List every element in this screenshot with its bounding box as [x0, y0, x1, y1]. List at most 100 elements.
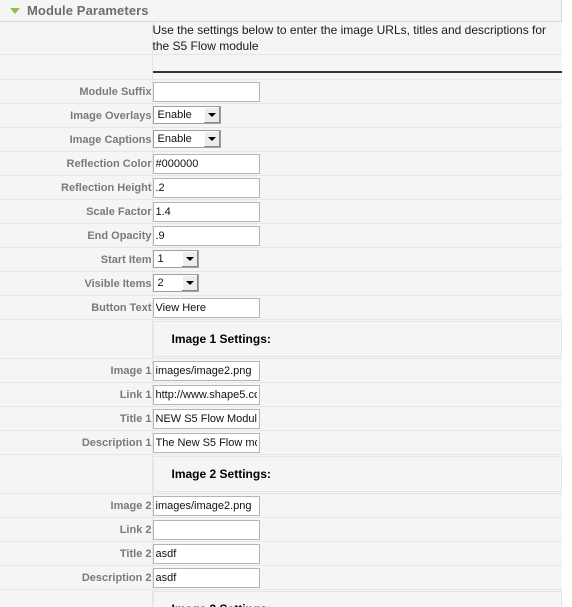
field-row: Image 1 Settings:: [0, 319, 562, 359]
triangle-down-icon[interactable]: [10, 8, 20, 14]
field-row: Image 3 Settings:: [0, 589, 562, 607]
field-label-module-suffix: Module Suffix: [0, 79, 153, 104]
start-item-select[interactable]: 1: [152, 250, 199, 269]
field-value-visible-items: 2: [152, 271, 562, 296]
field-label-image-overlays: Image Overlays: [0, 103, 153, 128]
field-row: Link 1: [0, 382, 562, 407]
field-value-scale-factor: [152, 199, 562, 224]
field-label-link-1: Link 1: [0, 382, 153, 407]
field-value-title-1: [152, 406, 562, 431]
field-label-description-1: Description 1: [0, 430, 153, 455]
description-1-input[interactable]: [152, 432, 260, 453]
module-parameters-panel: Module Parameters Use the settings below…: [0, 0, 562, 607]
field-label-scale-factor: Scale Factor: [0, 199, 153, 224]
screen: Module Parameters Use the settings below…: [0, 0, 572, 607]
field-row: Title 1: [0, 406, 562, 431]
reflection-color-input[interactable]: [152, 153, 260, 174]
title-2-input[interactable]: [152, 543, 260, 564]
link-1-input[interactable]: [152, 384, 260, 405]
chevron-down-icon[interactable]: [180, 275, 198, 292]
button-text-input[interactable]: [152, 297, 260, 318]
field-value-start-item: 1: [152, 247, 562, 272]
field-value-description-2: [152, 565, 562, 590]
parameters-table: Use the settings below to enter the imag…: [0, 22, 562, 607]
module-suffix-input[interactable]: [152, 81, 260, 102]
field-label-button-text: Button Text: [0, 295, 153, 320]
visible-items-select[interactable]: 2: [152, 274, 199, 293]
field-label-reflection-color: Reflection Color: [0, 151, 153, 176]
chevron-down-icon[interactable]: [180, 251, 198, 268]
field-value-image-captions: Enable: [152, 127, 562, 152]
field-row: Reflection Color: [0, 151, 562, 176]
field-label-image-captions: Image Captions: [0, 127, 153, 152]
field-value-reflection-color: [152, 151, 562, 176]
field-label-start-item: Start Item: [0, 247, 153, 272]
field-row: Description 2: [0, 565, 562, 590]
field-value-link-2: [152, 517, 562, 542]
field-row: Image 2: [0, 493, 562, 518]
intro-row: Use the settings below to enter the imag…: [0, 22, 562, 55]
field-label-visible-items: Visible Items: [0, 271, 153, 296]
arrow-glyph: [185, 281, 194, 286]
arrow-glyph: [185, 257, 194, 262]
chevron-down-icon[interactable]: [202, 107, 220, 124]
field-label-image-2: Image 2: [0, 493, 153, 518]
field-row: Image 1: [0, 358, 562, 383]
image-1-input[interactable]: [152, 360, 260, 381]
field-row: Scale Factor: [0, 199, 562, 224]
section-label-spacer: [0, 454, 153, 494]
intro-label-spacer: [0, 22, 153, 55]
section-heading-label: Image 3 Settings:: [172, 602, 271, 607]
title-1-input[interactable]: [152, 408, 260, 429]
field-value-module-suffix: [152, 79, 562, 104]
section-heading-cell: Image 3 Settings:: [152, 589, 562, 607]
link-2-input[interactable]: [152, 519, 260, 540]
section-label-spacer: [0, 319, 153, 359]
field-label-title-2: Title 2: [0, 541, 153, 566]
divider-label-spacer: [0, 54, 153, 80]
visible-items-selected-value: 2: [157, 277, 164, 290]
field-value-end-opacity: [152, 223, 562, 248]
description-2-input[interactable]: [152, 567, 260, 588]
section-heading-label: Image 2 Settings:: [171, 467, 271, 481]
field-rows: Module Suffix Image Overlays Enable Image C…: [0, 79, 562, 607]
field-label-description-2: Description 2: [0, 565, 153, 590]
field-value-title-2: [152, 541, 562, 566]
scale-factor-input[interactable]: [152, 201, 260, 222]
reflection-height-input[interactable]: [152, 177, 260, 198]
field-label-title-1: Title 1: [0, 406, 153, 431]
field-value-link-1: [152, 382, 562, 407]
field-row: Visible Items 2: [0, 271, 562, 296]
field-row: Module Suffix: [0, 79, 562, 104]
chevron-down-icon[interactable]: [202, 131, 220, 148]
field-label-end-opacity: End Opacity: [0, 223, 153, 248]
intro-description: Use the settings below to enter the imag…: [152, 22, 562, 55]
field-label-image-1: Image 1: [0, 358, 153, 383]
start-item-selected-value: 1: [157, 253, 164, 266]
image-1-settings: Image 1 Settings:: [152, 321, 562, 357]
field-row: Start Item 1: [0, 247, 562, 272]
field-row: Image Captions Enable: [0, 127, 562, 152]
field-value-reflection-height: [152, 175, 562, 200]
image-overlays-selected-value: Enable: [157, 109, 192, 122]
image-overlays-select[interactable]: Enable: [152, 106, 221, 125]
field-label-link-2: Link 2: [0, 517, 153, 542]
section-heading-cell: Image 1 Settings:: [152, 319, 562, 359]
horizontal-rule: [152, 71, 562, 73]
parameters-table-body: Use the settings below to enter the imag…: [0, 22, 562, 80]
section-label-spacer: [0, 589, 153, 607]
field-row: Link 2: [0, 517, 562, 542]
end-opacity-input[interactable]: [152, 225, 260, 246]
field-value-image-overlays: Enable: [152, 103, 562, 128]
field-row: End Opacity: [0, 223, 562, 248]
image-2-input[interactable]: [152, 495, 260, 516]
panel-header[interactable]: Module Parameters: [0, 0, 561, 22]
field-value-image-1: [152, 358, 562, 383]
field-row: Description 1: [0, 430, 562, 455]
field-value-button-text: [152, 295, 562, 320]
arrow-glyph: [207, 137, 216, 142]
image-captions-select[interactable]: Enable: [152, 130, 221, 149]
field-row: Image 2 Settings:: [0, 454, 562, 494]
section-heading-cell: Image 2 Settings:: [152, 454, 562, 494]
field-row: Title 2: [0, 541, 562, 566]
